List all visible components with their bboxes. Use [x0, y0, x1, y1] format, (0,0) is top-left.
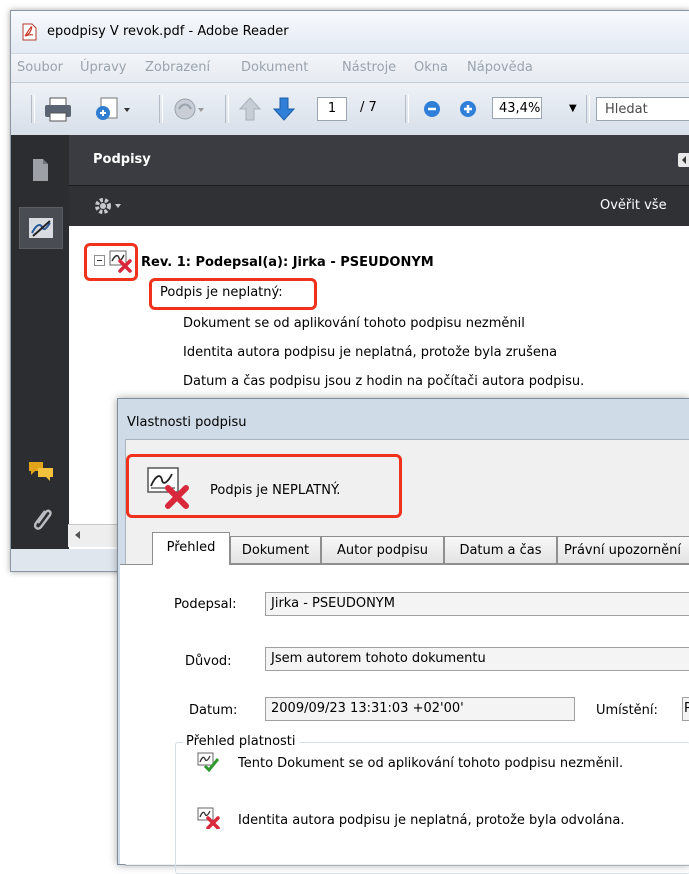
panel-collapse-button[interactable] [678, 153, 689, 167]
comments-icon[interactable] [27, 460, 55, 482]
menu-view[interactable]: Zobrazení [145, 60, 210, 75]
toolbar-separator [159, 95, 163, 123]
page-total: / 7 [360, 100, 377, 115]
highlight-frame [126, 454, 402, 518]
menu-tools[interactable]: Nástroje [342, 60, 396, 75]
toolbar-separator [405, 95, 409, 123]
chevron-down-icon[interactable]: ▼ [569, 103, 577, 114]
collaborate-icon[interactable] [169, 95, 205, 123]
main-toolbar: 1 / 7 43,4% ▼ Hledat [11, 82, 689, 136]
signature-pen-icon [29, 218, 53, 238]
menu-help[interactable]: Nápověda [467, 60, 533, 75]
menu-bar: Soubor Úpravy Zobrazení Dokument Nástroj… [11, 53, 689, 82]
signature-detail: Identita autora podpisu je neplatná, pro… [183, 345, 558, 360]
tab-document[interactable]: Dokument [230, 536, 321, 564]
navigation-rail [11, 135, 69, 549]
scroll-left-icon[interactable] [68, 525, 88, 545]
signatures-panel-toolbar: Ověřit vše [69, 186, 689, 226]
menu-windows[interactable]: Okna [414, 60, 448, 75]
panel-title: Podpisy [93, 152, 151, 167]
chevron-left-icon [682, 156, 686, 164]
toolbar-grip [31, 95, 35, 123]
reason-field: Jsem autorem tohoto dokumentu [265, 647, 689, 671]
page-number-input[interactable]: 1 [317, 97, 347, 121]
signature-revision[interactable]: Rev. 1: Podepsal(a): Jirka - PSEUDONYM [141, 255, 434, 270]
print-icon[interactable] [41, 95, 75, 123]
signature-detail: Dokument se od aplikování tohoto podpisu… [183, 316, 525, 331]
gear-icon[interactable] [91, 194, 127, 218]
verify-all-button[interactable]: Ověřit vše [600, 198, 667, 213]
tab-signer[interactable]: Autor podpisu [321, 536, 444, 564]
menu-document[interactable]: Dokument [241, 60, 308, 75]
reason-label: Důvod: [185, 654, 232, 669]
signature-detail: Datum a čas podpisu jsou z hodin na počí… [183, 374, 585, 389]
location-label: Umístění: [596, 703, 658, 718]
valid-check-icon [197, 752, 219, 772]
tab-overview[interactable]: Přehled [152, 532, 230, 565]
signatures-panel-header: Podpisy [69, 135, 689, 186]
date-label: Datum: [189, 703, 238, 718]
signed-by-field: Jirka - PSEUDONYM [265, 592, 689, 616]
signed-by-label: Podepsal: [174, 597, 237, 612]
title-bar: epodpisy V revok.pdf - Adobe Reader [11, 11, 689, 53]
next-page-icon[interactable] [271, 95, 297, 123]
tab-legal-notice[interactable]: Právní upozornění [557, 536, 689, 564]
window-title: epodpisy V revok.pdf - Adobe Reader [47, 24, 289, 39]
date-field: 2009/09/23 13:31:03 +02'00' [265, 697, 575, 721]
highlight-frame [84, 243, 138, 281]
attachment-icon[interactable] [29, 505, 53, 535]
create-pdf-icon[interactable] [91, 95, 131, 123]
zoom-level-input[interactable]: 43,4% [492, 97, 542, 119]
highlight-frame [149, 278, 317, 310]
previous-page-icon[interactable] [237, 95, 263, 123]
zoom-out-icon[interactable] [419, 95, 445, 123]
invalid-identity-icon [197, 807, 220, 829]
toolbar-separator [225, 95, 229, 123]
dialog-title: Vlastnosti podpisu [127, 415, 247, 430]
validity-item: Tento Dokument se od aplikování tohoto p… [238, 756, 624, 771]
pages-icon[interactable] [29, 157, 51, 183]
menu-edit[interactable]: Úpravy [80, 60, 126, 75]
search-input[interactable]: Hledat [596, 97, 689, 121]
signatures-nav-button[interactable] [19, 207, 63, 249]
pdf-file-icon [22, 23, 37, 41]
validity-summary-legend: Přehled platnosti [183, 734, 299, 749]
zoom-in-icon[interactable] [455, 95, 481, 123]
toolbar-separator [586, 95, 590, 123]
validity-item: Identita autora podpisu je neplatná, pro… [238, 813, 625, 828]
tab-date-time[interactable]: Datum a čas [444, 536, 557, 564]
menu-file[interactable]: Soubor [17, 60, 63, 75]
location-field: P [682, 697, 689, 721]
horizontal-scrollbar[interactable] [68, 524, 118, 547]
